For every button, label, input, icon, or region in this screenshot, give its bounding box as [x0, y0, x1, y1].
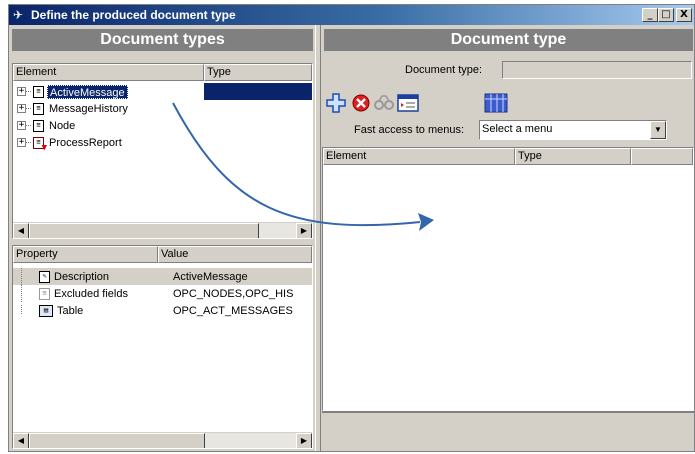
document-icon: ≡	[33, 119, 44, 132]
edit-form-button[interactable]	[396, 91, 420, 115]
document-icon: ≡	[33, 102, 44, 115]
delete-icon	[352, 94, 370, 112]
column-header-type[interactable]: Type	[204, 64, 312, 81]
find-button[interactable]	[372, 91, 396, 115]
selected-type-cell	[204, 83, 312, 100]
app-icon: ✈	[13, 8, 24, 22]
tree-item-label: ActiveMessage	[47, 84, 128, 99]
window-title: Define the produced document type	[31, 8, 236, 22]
expand-icon[interactable]: +	[17, 104, 26, 113]
tree-connector	[26, 91, 31, 92]
scroll-right-button[interactable]: ▶	[296, 433, 312, 448]
fast-access-label: Fast access to menus:	[354, 124, 465, 136]
column-header-value[interactable]: Value	[158, 246, 312, 263]
tree-connector	[21, 304, 37, 314]
list-bottom-border	[322, 411, 694, 413]
window-controls: _ □ X	[642, 8, 692, 22]
maximize-button[interactable]: □	[658, 8, 674, 22]
scroll-left-button[interactable]: ◀	[13, 223, 29, 238]
column-header-empty[interactable]	[631, 148, 693, 165]
fast-access-select[interactable]: Select a menu ▼	[479, 120, 667, 140]
table-icon: ▤	[39, 304, 53, 317]
expand-icon[interactable]: +	[17, 87, 26, 96]
tree-connector	[26, 125, 31, 126]
minimize-button[interactable]: _	[642, 8, 658, 22]
properties-horizontal-scrollbar[interactable]: ◀ ▶	[13, 432, 312, 448]
description-icon: ✎	[39, 270, 50, 283]
column-header-element[interactable]: Element	[13, 64, 204, 81]
property-name: Excluded fields	[54, 287, 128, 300]
close-button[interactable]: X	[676, 8, 692, 22]
horizontal-scrollbar[interactable]: ◀ ▶	[13, 222, 312, 238]
property-row-table[interactable]: ▤ Table OPC_ACT_MESSAGES	[13, 302, 312, 319]
tree-connector	[26, 108, 31, 109]
find-icon	[374, 95, 394, 110]
document-types-tree[interactable]: Element Type + ≡ ActiveMessage + ≡ Messa…	[12, 63, 313, 239]
scroll-thumb[interactable]	[29, 223, 259, 238]
expand-icon[interactable]: +	[17, 138, 26, 147]
panel-splitter[interactable]	[315, 25, 321, 451]
properties-list[interactable]: Property Value ✎ Description ActiveMessa…	[12, 245, 313, 449]
property-row-description[interactable]: ✎ Description ActiveMessage	[13, 268, 312, 285]
tree-connector	[21, 285, 37, 302]
tree-item-label: Node	[49, 119, 76, 132]
property-name: Description	[54, 270, 110, 283]
scroll-left-button[interactable]: ◀	[13, 433, 29, 448]
column-header-property[interactable]: Property	[13, 246, 158, 263]
document-type-elements-list[interactable]: Element Type	[322, 147, 694, 411]
tree-item-node[interactable]: + ≡ Node	[13, 117, 77, 134]
document-type-label: Document type:	[405, 64, 483, 76]
add-button[interactable]	[324, 91, 348, 115]
fast-access-selected-value: Select a menu	[482, 123, 553, 135]
excluded-fields-icon: ≡	[39, 287, 50, 300]
property-row-excluded-fields[interactable]: ≡ Excluded fields OPC_NODES,OPC_HIS	[13, 285, 312, 302]
document-types-header: Document types	[12, 29, 313, 51]
delete-button[interactable]	[349, 91, 373, 115]
add-icon	[326, 93, 346, 113]
document-type-header: Document type	[324, 29, 693, 51]
tree-item-messagehistory[interactable]: + ≡ MessageHistory	[13, 100, 130, 117]
property-value: OPC_NODES,OPC_HIS	[173, 287, 294, 300]
column-header-type[interactable]: Type	[515, 148, 631, 165]
tree-item-label: ProcessReport	[49, 136, 122, 149]
property-name: Table	[57, 304, 84, 317]
expand-icon[interactable]: +	[17, 121, 26, 130]
document-type-field[interactable]	[502, 61, 692, 79]
scroll-thumb[interactable]	[29, 433, 205, 448]
table-view-button[interactable]	[484, 91, 508, 115]
tree-connector	[21, 268, 37, 285]
document-icon: ≡	[33, 85, 44, 98]
scroll-right-button[interactable]: ▶	[296, 223, 312, 238]
define-document-type-window: ✈ Define the produced document type _ □ …	[8, 4, 695, 452]
title-bar[interactable]: ✈ Define the produced document type _ □ …	[9, 5, 694, 25]
tree-item-activemessage[interactable]: + ≡ ActiveMessage	[13, 83, 128, 100]
table-view-icon	[484, 93, 508, 113]
property-value: OPC_ACT_MESSAGES	[173, 304, 293, 317]
edit-form-icon	[397, 94, 419, 112]
property-value: ActiveMessage	[173, 270, 248, 283]
report-document-icon: ≡ ▼	[33, 136, 47, 152]
column-header-element[interactable]: Element	[323, 148, 515, 165]
chevron-down-icon[interactable]: ▼	[650, 121, 666, 139]
tree-connector	[26, 142, 31, 143]
tree-item-label: MessageHistory	[49, 102, 128, 115]
tree-item-processreport[interactable]: + ≡ ▼ ProcessReport	[13, 134, 124, 152]
